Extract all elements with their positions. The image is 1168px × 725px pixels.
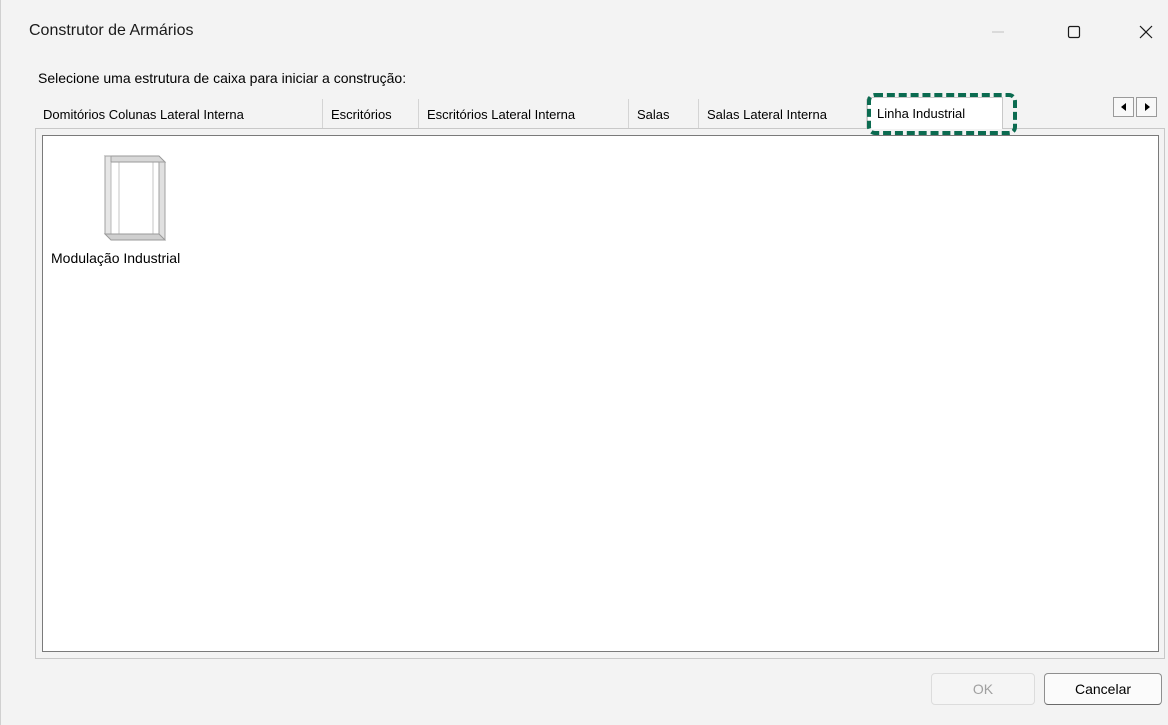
- minimize-button[interactable]: [975, 12, 1021, 52]
- cancel-button[interactable]: Cancelar: [1044, 673, 1162, 705]
- list-item-label: Modulação Industrial: [51, 250, 181, 266]
- tab-linha-industrial[interactable]: Linha Industrial: [867, 97, 1003, 129]
- maximize-icon: [1067, 25, 1081, 39]
- title-bar[interactable]: Construtor de Armários: [1, 0, 1168, 62]
- structure-list[interactable]: Modulação Industrial: [42, 135, 1159, 652]
- tab-panel: Modulação Industrial: [35, 128, 1165, 659]
- instruction-label: Selecione uma estrutura de caixa para in…: [38, 70, 407, 86]
- scroll-left-icon: [1120, 103, 1126, 111]
- tab-salas[interactable]: Salas: [629, 99, 699, 129]
- tab-strip: Domitórios Colunas Lateral Interna Escri…: [35, 97, 1167, 129]
- tab-domitorios-colunas-lateral-interna[interactable]: Domitórios Colunas Lateral Interna: [35, 99, 323, 129]
- cabinet-builder-dialog: Construtor de Armários Selecione uma est…: [0, 0, 1168, 725]
- tab-scroll-buttons: [1113, 97, 1161, 119]
- tab-scroll-left-button[interactable]: [1113, 97, 1134, 117]
- window-title: Construtor de Armários: [29, 22, 194, 39]
- cabinet-frame-icon: [97, 150, 167, 251]
- tab-scroll-right-button[interactable]: [1136, 97, 1157, 117]
- close-icon: [1139, 25, 1153, 39]
- tab-escritorios-lateral-interna[interactable]: Escritórios Lateral Interna: [419, 99, 629, 129]
- tab-salas-lateral-interna[interactable]: Salas Lateral Interna: [699, 99, 867, 129]
- tab-escritorios[interactable]: Escritórios: [323, 99, 419, 129]
- list-item-modulacao-industrial[interactable]: Modulação Industrial: [47, 146, 217, 266]
- close-button[interactable]: [1123, 12, 1168, 52]
- maximize-button[interactable]: [1051, 12, 1097, 52]
- scroll-right-icon: [1144, 103, 1150, 111]
- minimize-icon: [992, 31, 1004, 33]
- ok-button[interactable]: OK: [931, 673, 1035, 705]
